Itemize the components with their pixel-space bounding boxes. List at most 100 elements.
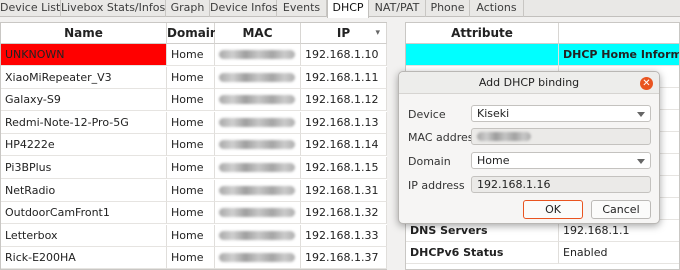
device-name-cell: XiaoMiRepeater_V3 [1, 66, 167, 89]
domain-cell: Home [167, 111, 215, 134]
mac-address-label: MAC address [408, 131, 480, 144]
tab-device-infos[interactable]: Device Infos [210, 0, 278, 17]
info-value: Enabled [559, 242, 679, 264]
info-row-dhcpv6-status[interactable]: DHCPv6 Status Enabled [406, 242, 679, 264]
sort-down-icon[interactable]: ▾ [375, 23, 380, 44]
domain-cell: Home [167, 202, 215, 225]
tab-events[interactable]: Events [277, 0, 327, 17]
column-header-mac[interactable]: MAC [215, 23, 301, 44]
ip-cell: 192.168.1.31 [301, 179, 387, 202]
ip-cell: 192.168.1.32 [301, 202, 387, 225]
table-row[interactable]: OutdoorCamFront1 Home 192.168.1.32 [1, 202, 387, 225]
mac-redacted [219, 50, 295, 59]
tab-bar: Device List Livebox Stats/Infos Graph De… [0, 0, 680, 18]
column-header-domain[interactable]: Domain [167, 23, 218, 44]
device-select-value: Kiseki [477, 107, 510, 120]
table-row[interactable]: Letterbox Home 192.168.1.33 [1, 224, 387, 247]
domain-cell: Home [167, 179, 215, 202]
mac-redacted [219, 163, 295, 172]
chevron-down-icon [637, 159, 645, 164]
tab-nat-pat[interactable]: NAT/PAT [369, 0, 426, 17]
table-row[interactable]: UNKNOWN Home 192.168.1.10 [1, 44, 387, 66]
column-header-name[interactable]: Name [1, 23, 167, 44]
domain-cell: Home [167, 44, 215, 66]
ip-address-value: 192.168.1.16 [477, 178, 551, 191]
mac-cell [215, 134, 301, 157]
info-header-row[interactable]: DHCP Home Information [406, 44, 679, 66]
ip-cell: 192.168.1.14 [301, 134, 387, 157]
tab-phone[interactable]: Phone [426, 0, 470, 17]
device-label: Device [408, 108, 446, 121]
ip-cell: 192.168.1.12 [301, 89, 387, 112]
ip-cell: 192.168.1.13 [301, 111, 387, 134]
mac-redacted [219, 185, 295, 195]
mac-address-field[interactable] [471, 128, 651, 145]
table-row[interactable]: XiaoMiRepeater_V3 Home 192.168.1.11 [1, 66, 387, 89]
device-name-cell: Redmi-Note-12-Pro-5G [1, 111, 167, 134]
ip-cell: 192.168.1.37 [301, 247, 387, 269]
domain-cell: Home [167, 224, 215, 247]
add-dhcp-binding-dialog: Add DHCP binding ✕ Device Kiseki MAC add… [398, 71, 660, 224]
cancel-button[interactable]: Cancel [591, 200, 651, 219]
domain-label: Domain [408, 155, 451, 168]
mac-cell [215, 89, 301, 112]
info-header-attribute [406, 44, 559, 66]
column-header-attribute[interactable]: Attribute [406, 23, 559, 44]
device-select[interactable]: Kiseki [471, 105, 651, 122]
device-name-cell: HP4222e [1, 134, 167, 157]
close-icon[interactable]: ✕ [640, 77, 653, 90]
info-header-value: DHCP Home Information [559, 44, 679, 66]
dhcp-leases-table: Name Domain MAC IP ▾ UNKNOWN Home 192.168.… [0, 22, 388, 270]
tab-graph[interactable]: Graph [166, 0, 210, 17]
mac-redacted [219, 117, 295, 127]
tab-dhcp[interactable]: DHCP [327, 0, 369, 18]
mac-cell [215, 66, 301, 89]
dialog-title: Add DHCP binding [399, 72, 659, 94]
domain-select-value: Home [477, 154, 510, 167]
mac-redacted [219, 230, 295, 240]
device-name-cell: Rick-E200HA [1, 247, 167, 269]
tab-actions[interactable]: Actions [470, 0, 524, 17]
mac-cell [215, 247, 301, 269]
chevron-down-icon [637, 112, 645, 117]
device-name-cell: Galaxy-S9 [1, 89, 167, 112]
domain-select[interactable]: Home [471, 152, 651, 169]
domain-cell: Home [167, 157, 215, 179]
domain-cell: Home [167, 134, 215, 157]
mac-redacted [219, 208, 295, 218]
domain-cell: Home [167, 89, 215, 112]
domain-cell: Home [167, 247, 215, 269]
ip-address-label: IP address [408, 179, 465, 192]
mac-redacted [219, 253, 295, 263]
device-name-cell: Letterbox [1, 224, 167, 247]
tab-device-list[interactable]: Device List [0, 0, 61, 17]
ok-button[interactable]: OK [523, 200, 583, 219]
device-name-cell: UNKNOWN [1, 44, 167, 66]
mac-cell [215, 202, 301, 225]
table-row[interactable]: Redmi-Note-12-Pro-5G Home 192.168.1.13 [1, 111, 387, 134]
column-header-ip-label: IP [336, 26, 351, 40]
table-row[interactable]: HP4222e Home 192.168.1.14 [1, 134, 387, 157]
mac-cell [215, 224, 301, 247]
domain-cell: Home [167, 66, 215, 89]
mac-cell [215, 179, 301, 202]
table-row[interactable]: NetRadio Home 192.168.1.31 [1, 179, 387, 202]
table-row[interactable]: Rick-E200HA Home 192.168.1.37 [1, 247, 387, 269]
table-row[interactable]: Pi3BPlus Home 192.168.1.15 [1, 157, 387, 179]
mac-address-redacted [477, 132, 531, 141]
column-header-ip[interactable]: IP ▾ [301, 23, 387, 44]
ip-cell: 192.168.1.15 [301, 157, 387, 179]
info-attribute: DHCPv6 Status [406, 242, 559, 264]
table-row[interactable]: Galaxy-S9 Home 192.168.1.12 [1, 89, 387, 112]
device-name-cell: NetRadio [1, 179, 167, 202]
ip-cell: 192.168.1.33 [301, 224, 387, 247]
tab-livebox-stats[interactable]: Livebox Stats/Infos [61, 0, 166, 17]
device-name-cell: OutdoorCamFront1 [1, 202, 167, 225]
mac-redacted [219, 72, 295, 82]
ip-address-field[interactable]: 192.168.1.16 [471, 176, 651, 193]
device-name-cell: Pi3BPlus [1, 157, 167, 179]
column-header-value[interactable] [559, 23, 679, 44]
mac-cell [215, 44, 301, 66]
mac-cell [215, 111, 301, 134]
mac-redacted [219, 140, 295, 150]
